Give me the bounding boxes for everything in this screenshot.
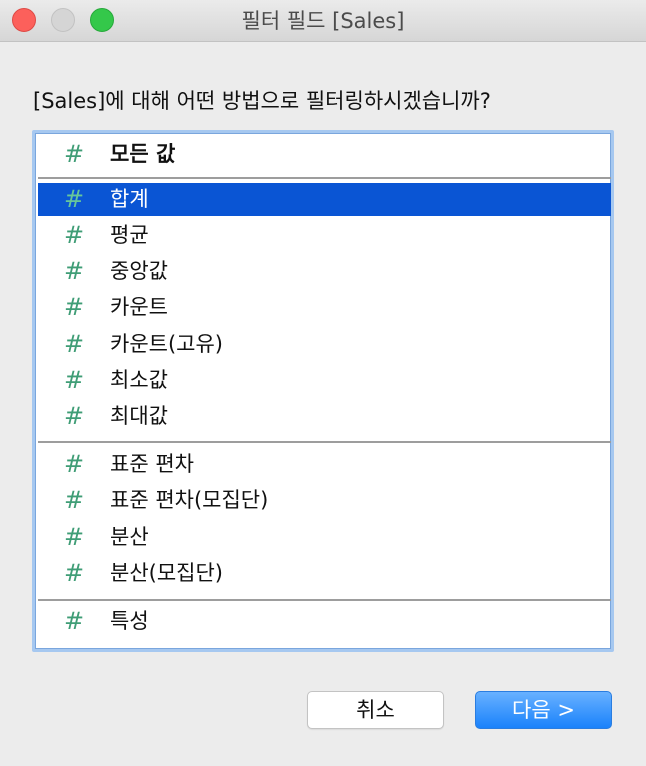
list-item-variance[interactable]: # 분산 xyxy=(38,521,611,554)
measure-hash-icon: # xyxy=(64,140,85,168)
list-item-sum[interactable]: # 합계 xyxy=(38,183,611,216)
list-item-std-dev[interactable]: # 표준 편차 xyxy=(38,448,611,481)
measure-hash-icon: # xyxy=(64,330,85,358)
measure-hash-icon: # xyxy=(64,523,85,551)
list-item-label: 카운트 xyxy=(110,295,168,319)
list-item-maximum[interactable]: # 최대값 xyxy=(38,400,611,433)
list-item-label: 특성 xyxy=(110,609,149,633)
next-button[interactable]: 다음 > xyxy=(475,691,612,729)
measure-hash-icon: # xyxy=(64,486,85,514)
measure-hash-icon: # xyxy=(64,293,85,321)
list-item-all-values[interactable]: # 모든 값 xyxy=(38,138,611,171)
list-item-attribute[interactable]: # 특성 xyxy=(38,605,611,638)
list-item-minimum[interactable]: # 최소값 xyxy=(38,364,611,397)
list-item-label: 최소값 xyxy=(110,368,168,392)
cancel-button[interactable]: 취소 xyxy=(307,691,444,729)
list-item-label: 합계 xyxy=(110,187,149,211)
list-item-std-dev-population[interactable]: # 표준 편차(모집단) xyxy=(38,484,611,517)
list-item-label: 표준 편차 xyxy=(110,452,194,476)
measure-hash-icon: # xyxy=(64,257,85,285)
list-item-label: 분산(모집단) xyxy=(110,561,223,585)
list-item-label: 평균 xyxy=(110,223,149,247)
list-item-average[interactable]: # 평균 xyxy=(38,219,611,252)
measure-hash-icon: # xyxy=(64,221,85,249)
measure-hash-icon: # xyxy=(64,402,85,430)
measure-hash-icon: # xyxy=(64,185,85,213)
list-item-label: 모든 값 xyxy=(110,142,176,166)
measure-hash-icon: # xyxy=(64,366,85,394)
window-title: 필터 필드 [Sales] xyxy=(241,9,405,33)
list-item-count-distinct[interactable]: # 카운트(고유) xyxy=(38,328,611,361)
measure-hash-icon: # xyxy=(64,607,85,635)
list-item-label: 카운트(고유) xyxy=(110,332,223,356)
list-item-median[interactable]: # 중앙값 xyxy=(38,255,611,288)
list-item-label: 최대값 xyxy=(110,404,168,428)
filter-method-list[interactable]: # 모든 값 # 합계 # 평균 # 중앙값 # 카운트 # 카운트(고유) #… xyxy=(32,130,614,652)
measure-hash-icon: # xyxy=(64,559,85,587)
list-item-label: 중앙값 xyxy=(110,259,168,283)
list-divider xyxy=(38,599,611,601)
list-item-label: 표준 편차(모집단) xyxy=(110,488,269,512)
dialog-prompt: [Sales]에 대해 어떤 방법으로 필터링하시겠습니까? xyxy=(33,89,491,113)
list-divider xyxy=(38,177,611,179)
measure-hash-icon: # xyxy=(64,450,85,478)
list-item-label: 분산 xyxy=(110,525,149,549)
title-bar: 필터 필드 [Sales] xyxy=(0,0,646,42)
list-divider xyxy=(38,441,611,443)
list-item-count[interactable]: # 카운트 xyxy=(38,291,611,324)
list-item-variance-population[interactable]: # 분산(모집단) xyxy=(38,557,611,590)
